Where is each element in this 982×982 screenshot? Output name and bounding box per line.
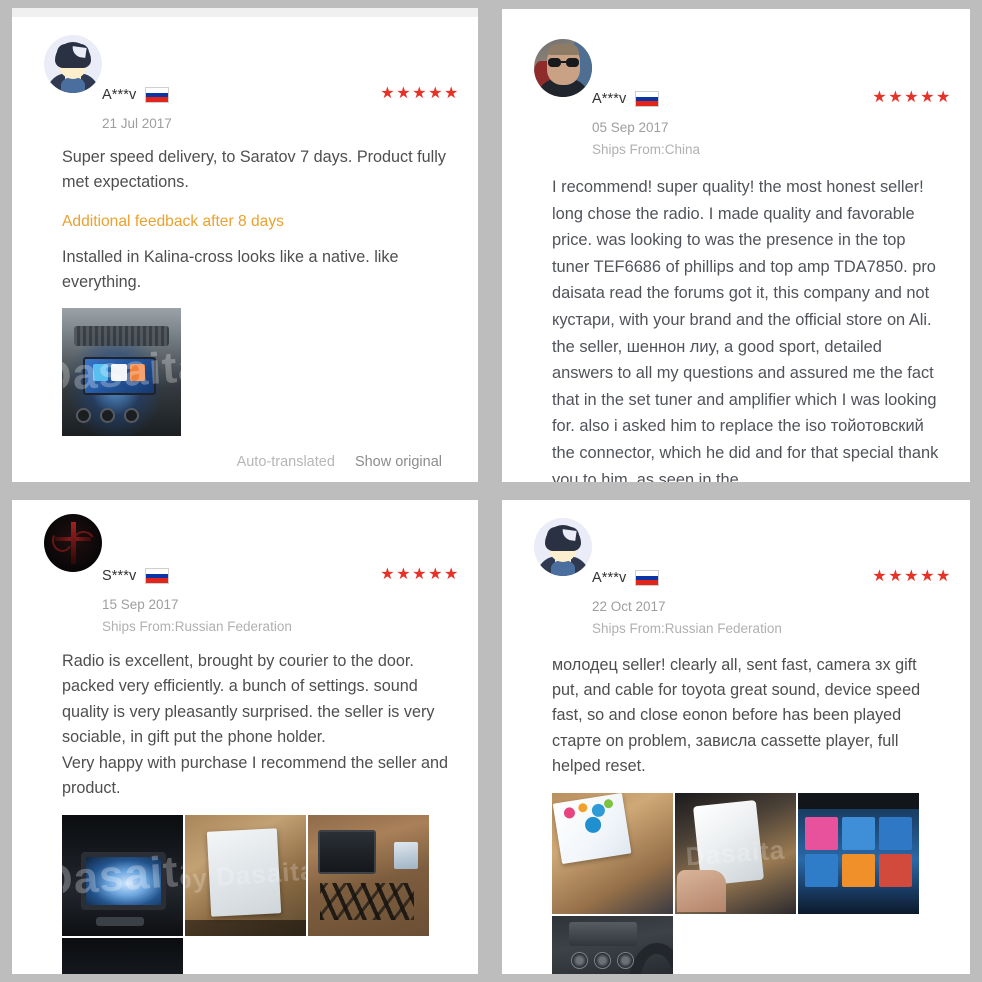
review-panel-4: A***v ★★★★★ 22 Oct 2017 Ships From:Russi… [491, 491, 982, 982]
review-header: A***v ★★★★★ [592, 566, 952, 590]
russia-flag-icon [145, 568, 170, 584]
avatar [44, 514, 102, 572]
review-panel-2: A***v ★★★★★ 05 Sep 2017 Ships From:China… [491, 0, 982, 491]
review-thumbnails: Dasaita [62, 308, 184, 436]
watermark-text: by Dasaita [185, 855, 306, 896]
review-date: 15 Sep 2017 [102, 597, 179, 612]
review-thumbnail[interactable]: Dasaita [62, 815, 183, 937]
russia-flag-icon [145, 87, 170, 103]
reviewer-username: A***v [592, 91, 627, 107]
additional-feedback-label: Additional feedback after 8 days [62, 213, 284, 230]
review-thumbnails: Dasaita [552, 793, 920, 974]
review-thumbnail[interactable]: Dasaita [62, 308, 181, 436]
review-item: A***v ★★★★★ 05 Sep 2017 Ships From:China… [502, 9, 970, 482]
review-thumbnail[interactable] [62, 938, 183, 974]
star-rating: ★★★★★ [380, 85, 460, 102]
card-top-strip [12, 8, 478, 17]
review-card: S***v ★★★★★ 15 Sep 2017 Ships From:Russi… [12, 500, 478, 974]
review-thumbnails: Dasaita by Dasaita [62, 815, 430, 974]
star-rating: ★★★★★ [380, 566, 460, 583]
review-text: Super speed delivery, to Saratov 7 days.… [62, 148, 446, 191]
avatar [534, 518, 592, 576]
review-panel-1: A***v ★★★★★ 21 Jul 2017 Super speed deli… [0, 0, 491, 491]
review-thumbnail[interactable] [798, 793, 919, 915]
review-card: A***v ★★★★★ 21 Jul 2017 Super speed deli… [12, 8, 478, 482]
review-date: 21 Jul 2017 [102, 116, 172, 131]
additional-feedback-text: Installed in Kalina-cross looks like a n… [62, 248, 399, 291]
reviewer-username: A***v [592, 570, 627, 586]
review-text: Radio is excellent, brought by courier t… [62, 652, 449, 798]
review-date: 05 Sep 2017 [592, 120, 669, 135]
review-date: 22 Oct 2017 [592, 599, 666, 614]
review-item: A***v ★★★★★ 22 Oct 2017 Ships From:Russi… [502, 500, 970, 974]
review-thumbnail[interactable] [552, 916, 673, 974]
reviewer-username: A***v [102, 87, 137, 103]
review-item: A***v ★★★★★ 21 Jul 2017 Super speed deli… [12, 17, 478, 482]
watermark-text: Dasaita [684, 834, 787, 872]
auto-translated-label: Auto-translated [236, 454, 335, 470]
ships-from-label: Ships From:China [592, 142, 701, 157]
review-thumbnail[interactable] [308, 815, 429, 937]
russia-flag-icon [635, 91, 660, 107]
review-text: I recommend! super quality! the most hon… [552, 178, 939, 482]
reviewer-username: S***v [102, 568, 137, 584]
review-header: S***v ★★★★★ [102, 564, 460, 588]
watermark-text: Dasaita [62, 845, 183, 906]
ships-from-label: Ships From:Russian Federation [592, 621, 782, 636]
review-panel-3: S***v ★★★★★ 15 Sep 2017 Ships From:Russi… [0, 491, 491, 982]
review-header: A***v ★★★★★ [592, 87, 952, 111]
review-header: A***v ★★★★★ [102, 83, 460, 107]
avatar [44, 35, 102, 93]
russia-flag-icon [635, 570, 660, 586]
review-card: A***v ★★★★★ 05 Sep 2017 Ships From:China… [502, 9, 970, 482]
review-item: S***v ★★★★★ 15 Sep 2017 Ships From:Russi… [12, 500, 478, 974]
star-rating: ★★★★★ [872, 89, 952, 106]
review-text: молодец seller! clearly all, sent fast, … [552, 656, 921, 775]
review-thumbnail[interactable]: by Dasaita [185, 815, 306, 937]
translation-actions: Auto-translated Show original [28, 454, 460, 470]
review-thumbnail[interactable]: Dasaita [675, 793, 796, 915]
star-rating: ★★★★★ [872, 568, 952, 585]
show-original-button[interactable]: Show original [355, 454, 442, 470]
ships-from-label: Ships From:Russian Federation [102, 619, 292, 634]
avatar [534, 39, 592, 97]
review-thumbnail[interactable] [552, 793, 673, 915]
review-collage: A***v ★★★★★ 21 Jul 2017 Super speed deli… [0, 0, 982, 982]
review-card: A***v ★★★★★ 22 Oct 2017 Ships From:Russi… [502, 500, 970, 974]
